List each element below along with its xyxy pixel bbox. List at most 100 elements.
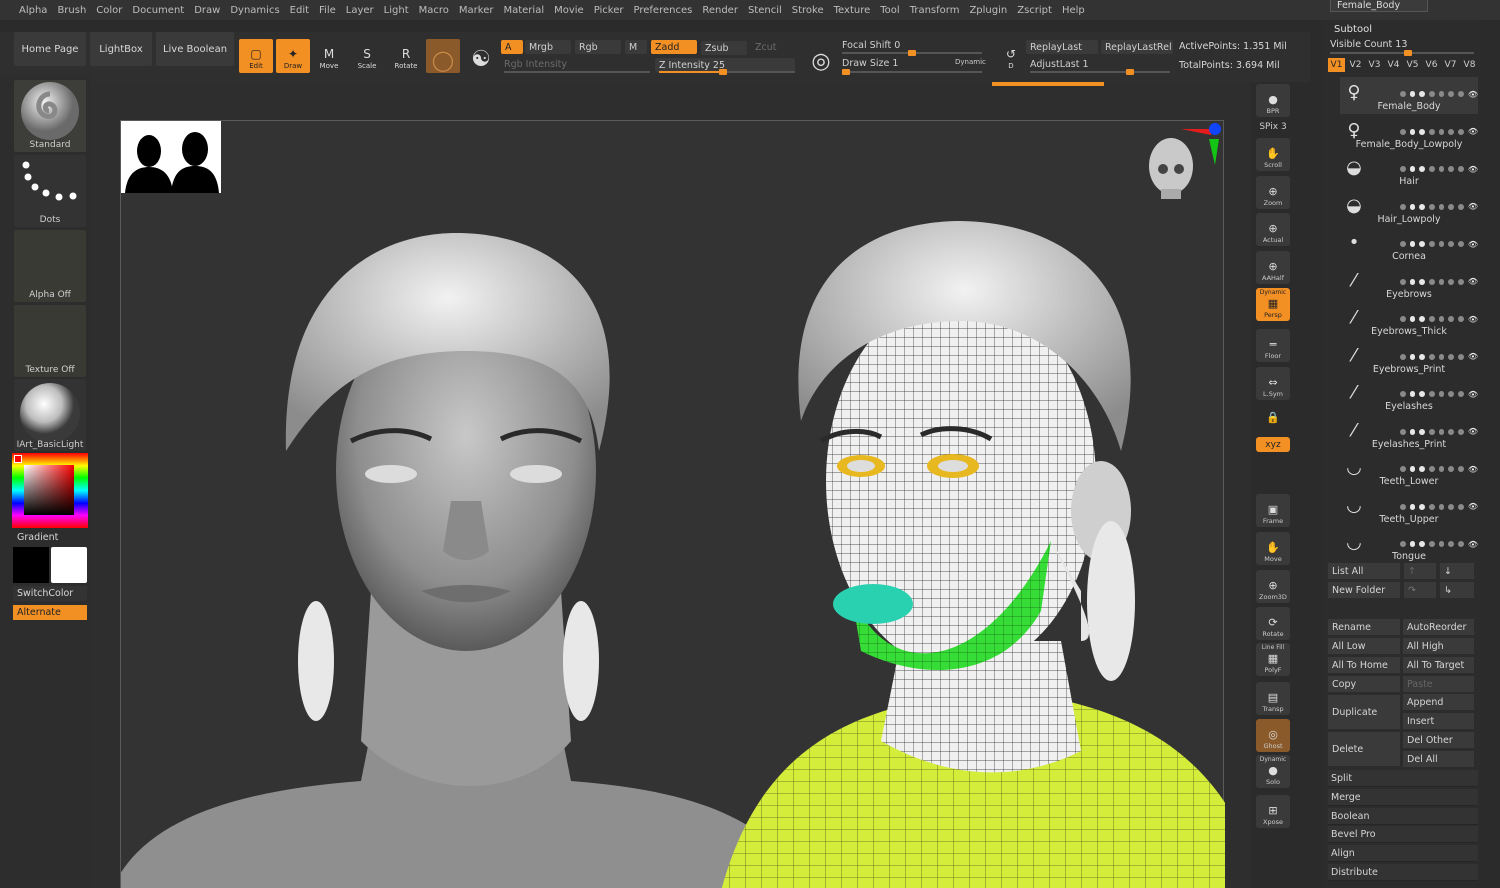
- version-v6[interactable]: V6: [1423, 58, 1440, 72]
- version-v5[interactable]: V5: [1404, 58, 1421, 72]
- tool-scroll[interactable]: ✋ Scroll: [1256, 138, 1290, 171]
- menu-file[interactable]: File: [314, 5, 341, 16]
- eye-icon[interactable]: 👁: [1468, 390, 1478, 399]
- subtool-item[interactable]: ⁄ 👁 Eyebrows_Thick: [1340, 302, 1478, 339]
- draw-size-slider[interactable]: Draw Size 1: [838, 56, 948, 70]
- switch-color-button[interactable]: SwitchColor: [13, 586, 87, 601]
- viewport[interactable]: [112, 120, 1261, 888]
- tool-frame[interactable]: ▣ Frame: [1256, 494, 1290, 527]
- all-high-button[interactable]: All High: [1403, 638, 1474, 654]
- draw-size-track[interactable]: [842, 69, 982, 75]
- move-up-button[interactable]: ↑: [1404, 563, 1436, 579]
- subtool-item[interactable]: • 👁 Cornea: [1340, 227, 1478, 264]
- subtool-toggles[interactable]: 👁: [1400, 202, 1478, 211]
- version-v8[interactable]: V8: [1461, 58, 1478, 72]
- eye-icon[interactable]: 👁: [1468, 240, 1478, 249]
- menu-layer[interactable]: Layer: [341, 5, 379, 16]
- menu-preferences[interactable]: Preferences: [629, 5, 698, 16]
- primary-color-swatch[interactable]: [51, 547, 87, 583]
- tool-ghost[interactable]: ◎ Ghost: [1256, 719, 1290, 752]
- eye-icon[interactable]: 👁: [1468, 277, 1478, 286]
- folder-move-button[interactable]: ↷: [1404, 582, 1436, 598]
- subtool-item[interactable]: ⁄ 👁 Eyebrows_Print: [1340, 340, 1478, 377]
- replay-icon-button[interactable]: ↺ D: [994, 39, 1028, 73]
- eye-icon[interactable]: 👁: [1468, 165, 1478, 174]
- subtool-item[interactable]: ⁄ 👁 Eyebrows: [1340, 265, 1478, 302]
- tool-floor[interactable]: ═ Floor: [1256, 329, 1290, 362]
- tool-xyz[interactable]: xyz: [1256, 437, 1290, 452]
- adjust-last-track[interactable]: [1030, 69, 1170, 75]
- scale-button[interactable]: S Scale: [350, 39, 384, 73]
- subtool-item[interactable]: ♀ 👁 Female_Body_Lowpoly: [1340, 115, 1478, 152]
- mrgb-toggle[interactable]: Mrgb: [525, 40, 571, 54]
- menu-dynamics[interactable]: Dynamics: [225, 5, 284, 16]
- version-v2[interactable]: V2: [1347, 58, 1364, 72]
- move-button[interactable]: M Move: [312, 39, 346, 73]
- subtool-item[interactable]: ◡ 👁 Teeth_Upper: [1340, 490, 1478, 527]
- menu-document[interactable]: Document: [127, 5, 189, 16]
- color-saturation-square[interactable]: [24, 465, 74, 515]
- split-section[interactable]: Split: [1328, 770, 1478, 787]
- menu-material[interactable]: Material: [498, 5, 549, 16]
- subtool-toggles[interactable]: 👁: [1400, 390, 1478, 399]
- tool-xpose[interactable]: ⊞ Xpose: [1256, 795, 1290, 828]
- menu-alpha[interactable]: Alpha: [14, 5, 52, 16]
- menu-movie[interactable]: Movie: [549, 5, 589, 16]
- move-down-button[interactable]: ↓: [1440, 563, 1474, 579]
- rename-button[interactable]: Rename: [1328, 619, 1400, 635]
- subtool-toggles[interactable]: 👁: [1400, 277, 1478, 286]
- subtool-item[interactable]: ◡ 👁 Tongue: [1340, 527, 1478, 564]
- tool-zoom3d[interactable]: ⊕ Zoom3D: [1256, 570, 1290, 603]
- subtool-toggles[interactable]: 👁: [1400, 502, 1478, 511]
- menu-light[interactable]: Light: [379, 5, 414, 16]
- subtool-item[interactable]: ◒ 👁 Hair_Lowpoly: [1340, 190, 1478, 227]
- draw-button[interactable]: ✦ Draw: [276, 39, 310, 73]
- duplicate-button[interactable]: Duplicate: [1328, 695, 1400, 729]
- lightbox-button[interactable]: LightBox: [90, 32, 152, 66]
- merge-section[interactable]: Merge: [1328, 789, 1478, 806]
- tool-move[interactable]: ✋ Move: [1256, 532, 1290, 565]
- replay-last-button[interactable]: ReplayLast: [1026, 40, 1098, 54]
- boolean-section[interactable]: Boolean: [1328, 808, 1478, 825]
- tool-polyf[interactable]: Line Fill ▦ PolyF: [1256, 643, 1290, 676]
- subtool-toggles[interactable]: 👁: [1400, 465, 1478, 474]
- subtool-toggles[interactable]: 👁: [1400, 540, 1478, 549]
- align-section[interactable]: Align: [1328, 845, 1478, 862]
- list-all-button[interactable]: List All: [1328, 563, 1400, 579]
- tool-rotate[interactable]: ⟳ Rotate: [1256, 607, 1290, 640]
- subtool-toggles[interactable]: 👁: [1400, 315, 1478, 324]
- focal-shift-track[interactable]: [842, 50, 982, 56]
- focal-shift-icon-button[interactable]: ◎: [804, 39, 838, 73]
- tool-actual[interactable]: ⊕ Actual: [1256, 213, 1290, 246]
- live-boolean-button[interactable]: Live Boolean: [156, 32, 234, 66]
- alternate-toggle[interactable]: Alternate: [13, 605, 87, 620]
- subtool-item[interactable]: ◡ 👁 Teeth_Lower: [1340, 452, 1478, 489]
- version-v3[interactable]: V3: [1366, 58, 1383, 72]
- subtool-item[interactable]: ⁄ 👁 Eyelashes: [1340, 377, 1478, 414]
- material-swatch-button[interactable]: ◯: [426, 39, 460, 73]
- all-low-button[interactable]: All Low: [1328, 638, 1400, 654]
- new-folder-button[interactable]: New Folder: [1328, 582, 1400, 598]
- menu-render[interactable]: Render: [697, 5, 743, 16]
- eye-icon[interactable]: 👁: [1468, 465, 1478, 474]
- color-sphere-button[interactable]: ☯: [464, 39, 498, 73]
- subtool-item[interactable]: ◒ 👁 Hair: [1340, 152, 1478, 189]
- version-v4[interactable]: V4: [1385, 58, 1402, 72]
- subtool-toggles[interactable]: 👁: [1400, 165, 1478, 174]
- eye-icon[interactable]: 👁: [1468, 90, 1478, 99]
- menu-texture[interactable]: Texture: [829, 5, 876, 16]
- subtool-item[interactable]: ♀ 👁 Female_Body: [1340, 77, 1478, 114]
- menu-zscript[interactable]: Zscript: [1012, 5, 1057, 16]
- append-button[interactable]: Append: [1403, 694, 1474, 710]
- eye-icon[interactable]: 👁: [1468, 427, 1478, 436]
- eye-icon[interactable]: 👁: [1468, 202, 1478, 211]
- rotate-button[interactable]: R Rotate: [389, 39, 423, 73]
- all-to-target-button[interactable]: All To Target: [1403, 657, 1474, 673]
- dynamic-toggle[interactable]: Dynamic: [955, 58, 986, 66]
- version-v1[interactable]: V1: [1328, 58, 1345, 72]
- subtool-toggles[interactable]: 👁: [1400, 127, 1478, 136]
- delete-button[interactable]: Delete: [1328, 732, 1400, 766]
- eye-icon[interactable]: 👁: [1468, 315, 1478, 324]
- tool-solo[interactable]: Dynamic ● Solo: [1256, 755, 1290, 788]
- rgb-toggle[interactable]: Rgb: [575, 40, 621, 54]
